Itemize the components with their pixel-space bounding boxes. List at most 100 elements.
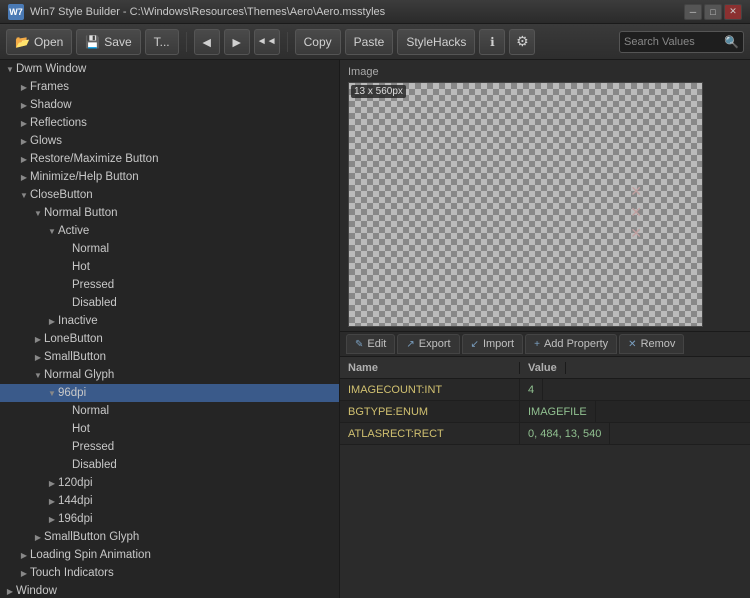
tree-item-pressed2[interactable]: Pressed <box>0 438 339 456</box>
tree-item-label: Disabled <box>72 459 117 471</box>
settings-button[interactable]: ⚙ <box>509 29 535 55</box>
tree-item-disabled2[interactable]: Disabled <box>0 456 339 474</box>
toolbar-separator-2 <box>287 32 288 52</box>
tree-item-reflections[interactable]: ▶Reflections <box>0 114 339 132</box>
nav-forward-button[interactable]: ► <box>224 29 250 55</box>
title-bar-buttons: ─ □ ✕ <box>684 4 742 20</box>
search-input[interactable] <box>624 36 724 48</box>
tree-item-label: LoneButton <box>44 333 103 345</box>
tree-item-120dpi[interactable]: ▶120dpi <box>0 474 339 492</box>
tree-item-restore-maximize[interactable]: ▶Restore/Maximize Button <box>0 150 339 168</box>
tree-item-inactive[interactable]: ▶Inactive <box>0 312 339 330</box>
minimize-button[interactable]: ─ <box>684 4 702 20</box>
tree-item-label: 144dpi <box>58 495 93 507</box>
tree-item-196dpi[interactable]: ▶196dpi <box>0 510 339 528</box>
tree-arrow-icon <box>60 423 72 435</box>
tree-arrow-icon: ▼ <box>46 387 58 399</box>
tree-item-label: Normal Button <box>44 207 118 219</box>
open-button[interactable]: 📂 Open <box>6 29 72 55</box>
tree-item-shadow[interactable]: ▶Shadow <box>0 96 339 114</box>
add-property-icon: + <box>534 339 540 350</box>
toolbar: 📂 Open 💾 Save T... ◄ ► ◄◄ Copy Paste Sty… <box>0 24 750 60</box>
maximize-button[interactable]: □ <box>704 4 722 20</box>
tree-item-hot2[interactable]: Hot <box>0 420 339 438</box>
tree-item-label: Disabled <box>72 297 117 309</box>
tree-item-normal-button[interactable]: ▼Normal Button <box>0 204 339 222</box>
tree-arrow-icon: ▶ <box>18 567 30 579</box>
copy-button[interactable]: Copy <box>295 29 341 55</box>
tree-item-normal[interactable]: Normal <box>0 240 339 258</box>
save-button[interactable]: 💾 Save <box>76 29 140 55</box>
tree-item-normal2[interactable]: Normal <box>0 402 339 420</box>
tab-label-import: Import <box>483 338 514 350</box>
tree-item-disabled[interactable]: Disabled <box>0 294 339 312</box>
nav-back-button[interactable]: ◄ <box>194 29 220 55</box>
tree-item-label: Window <box>16 585 57 597</box>
tree-item-lonebutton[interactable]: ▶LoneButton <box>0 330 339 348</box>
tree-item-frames[interactable]: ▶Frames <box>0 78 339 96</box>
tree-item-label: Pressed <box>72 279 114 291</box>
tree-item-touch-indicators[interactable]: ▶Touch Indicators <box>0 564 339 582</box>
tree-item-smallbutton-glyph[interactable]: ▶SmallButton Glyph <box>0 528 339 546</box>
prop-value-cell: 4 <box>520 379 543 400</box>
tree-item-label: SmallButton <box>44 351 106 363</box>
image-canvas: 13 x 560px ✕ ✕ ✕ <box>348 82 703 327</box>
prop-value-cell: 0, 484, 13, 540 <box>520 423 610 444</box>
image-size-label: 13 x 560px <box>351 85 406 98</box>
tree-item-window[interactable]: ▶Window <box>0 582 339 598</box>
tree-item-label: Shadow <box>30 99 72 111</box>
tree-arrow-icon: ▶ <box>46 495 58 507</box>
search-icon: 🔍 <box>724 35 739 49</box>
tree-arrow-icon <box>60 261 72 273</box>
tree-item-smallbutton[interactable]: ▶SmallButton <box>0 348 339 366</box>
tab-label-edit: Edit <box>367 338 386 350</box>
cross-symbol-2: ✕ <box>630 204 642 221</box>
tree-item-pressed[interactable]: Pressed <box>0 276 339 294</box>
tree-item-label: Touch Indicators <box>30 567 114 579</box>
tree-item-minimize-help[interactable]: ▶Minimize/Help Button <box>0 168 339 186</box>
info-button[interactable]: ℹ <box>479 29 505 55</box>
stylehacks-button[interactable]: StyleHacks <box>397 29 475 55</box>
export-icon: ↗ <box>406 339 414 350</box>
tree-item-loading-spin[interactable]: ▶Loading Spin Animation <box>0 546 339 564</box>
tree-arrow-icon: ▼ <box>46 225 58 237</box>
tree-arrow-icon <box>60 243 72 255</box>
tab-import[interactable]: ↙Import <box>462 334 524 354</box>
tree-arrow-icon: ▼ <box>18 189 30 201</box>
tree-item-closebutton[interactable]: ▼CloseButton <box>0 186 339 204</box>
close-button[interactable]: ✕ <box>724 4 742 20</box>
t-button[interactable]: T... <box>145 29 179 55</box>
tree-panel: ▼Dwm Window▶Frames▶Shadow▶Reflections▶Gl… <box>0 60 340 598</box>
tree-item-normal-glyph[interactable]: ▼Normal Glyph <box>0 366 339 384</box>
tree-item-active[interactable]: ▼Active <box>0 222 339 240</box>
title-bar-text: Win7 Style Builder - C:\Windows\Resource… <box>30 6 684 18</box>
tree-arrow-icon: ▶ <box>18 99 30 111</box>
tab-export[interactable]: ↗ Export <box>397 334 459 354</box>
paste-button[interactable]: Paste <box>345 29 394 55</box>
cross-symbol-1: ✕ <box>630 183 642 200</box>
tree-item-144dpi[interactable]: ▶144dpi <box>0 492 339 510</box>
tree-item-label: Frames <box>30 81 69 93</box>
tree-arrow-icon <box>60 279 72 291</box>
title-bar: W7 Win7 Style Builder - C:\Windows\Resou… <box>0 0 750 24</box>
tab-add-property[interactable]: +Add Property <box>525 334 617 354</box>
tree-item-glows[interactable]: ▶Glows <box>0 132 339 150</box>
tree-arrow-icon: ▶ <box>46 513 58 525</box>
tree-item-hot[interactable]: Hot <box>0 258 339 276</box>
cross-symbol-3: ✕ <box>630 225 642 242</box>
tab-edit[interactable]: ✎Edit <box>346 334 395 354</box>
tree-arrow-icon: ▶ <box>18 117 30 129</box>
tree-arrow-icon: ▼ <box>32 369 44 381</box>
tree-item-dwm-window[interactable]: ▼Dwm Window <box>0 60 339 78</box>
tree-item-label: Hot <box>72 423 90 435</box>
right-panel: Image 13 x 560px ✕ ✕ ✕ ✎Edit↗Export↙Impo… <box>340 60 750 598</box>
table-row[interactable]: BGTYPE:ENUMIMAGEFILE <box>340 401 750 423</box>
tree-arrow-icon: ▶ <box>32 531 44 543</box>
prop-name-cell: IMAGECOUNT:INT <box>340 379 520 400</box>
tab-remove[interactable]: ✕Remov <box>619 334 684 354</box>
table-row[interactable]: IMAGECOUNT:INT4 <box>340 379 750 401</box>
table-row[interactable]: ATLASRECT:RECT0, 484, 13, 540 <box>340 423 750 445</box>
nav-back2-button[interactable]: ◄◄ <box>254 29 280 55</box>
tab-label-export: Export <box>419 338 451 350</box>
tree-item-96dpi[interactable]: ▼96dpi <box>0 384 339 402</box>
